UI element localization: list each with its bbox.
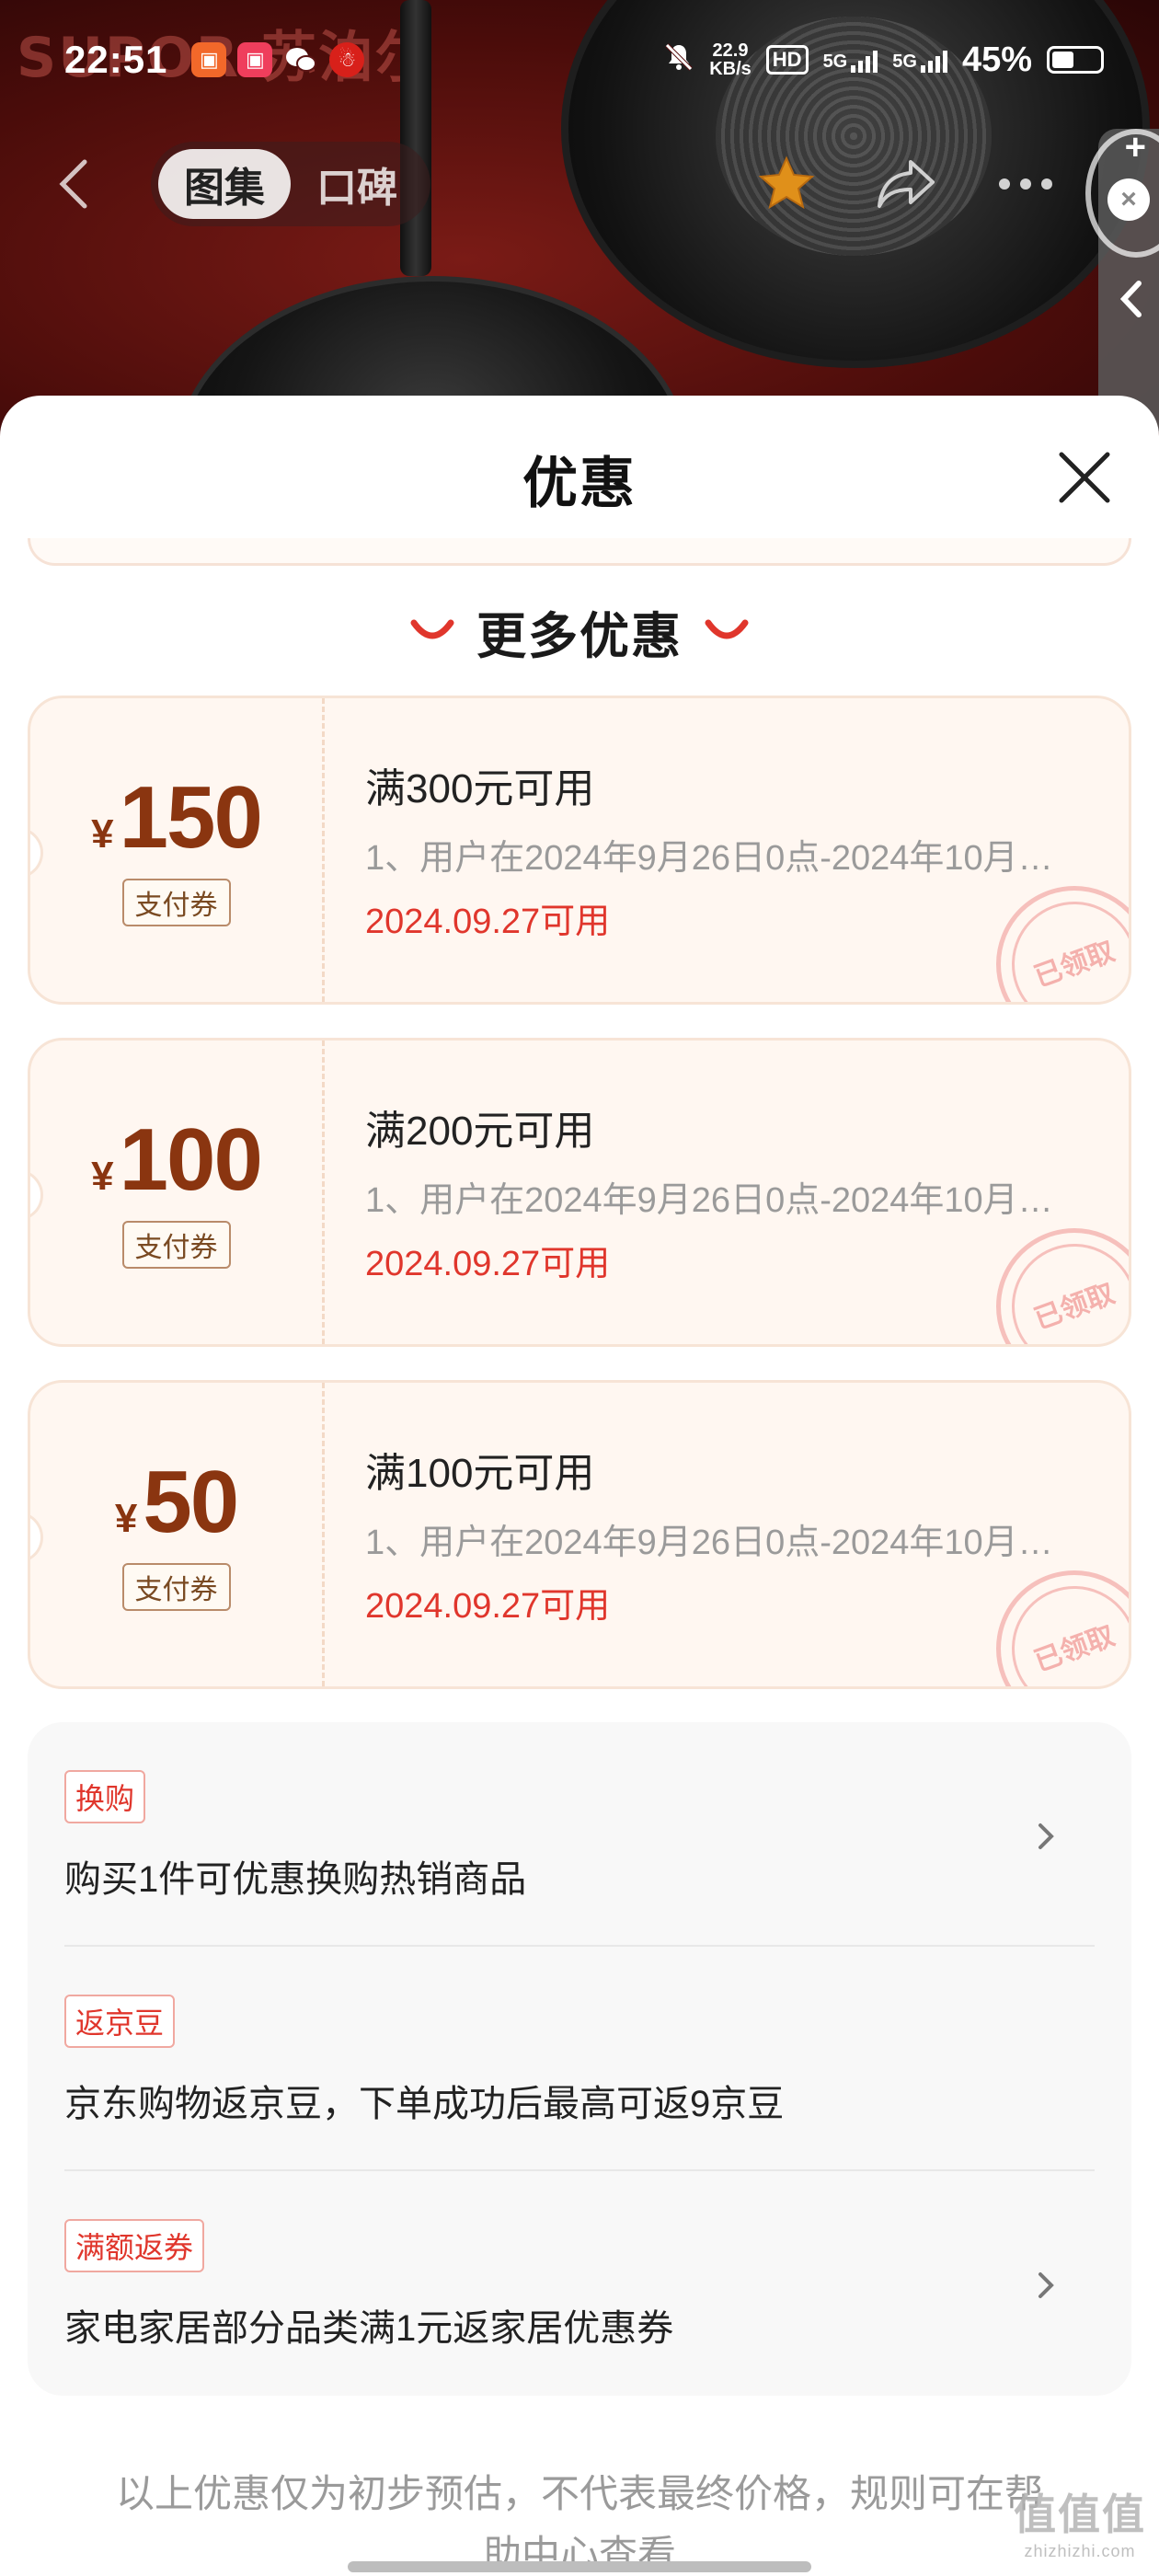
sheet-header: 优惠 xyxy=(0,396,1159,566)
benefit-text: 购买1件可优惠换购热销商品 xyxy=(64,1859,527,1900)
coupon-list: ¥ 150 支付券 满300元可用 1、用户在2024年9月26日0点-2024… xyxy=(0,696,1159,1689)
tab-reviews[interactable]: 口碑 xyxy=(291,149,423,219)
offers-sheet: 优惠 更多优惠 ¥ 150 支付券 满300元可用 1、用户在2024年9月26… xyxy=(0,396,1159,2576)
currency-symbol: ¥ xyxy=(91,811,114,857)
close-button[interactable] xyxy=(1052,445,1117,510)
coupon-description: 1、用户在2024年9月26日0点-2024年10月… xyxy=(365,1524,1053,1562)
chevron-right-icon xyxy=(1039,2272,1054,2298)
battery-percent: 45% xyxy=(961,40,1032,79)
plus-icon[interactable]: + xyxy=(1125,127,1146,168)
signal-icon-2: 5G xyxy=(892,47,947,73)
more-button[interactable] xyxy=(993,152,1058,216)
benefit-row-jd-beans: 返京豆 京东购物返京豆，下单成功后最高可返9京豆 xyxy=(64,1947,1095,2171)
coupon-value: ¥ 100 支付券 xyxy=(30,1041,325,1344)
close-icon xyxy=(1059,452,1110,503)
coupon-value: ¥ 150 支付券 xyxy=(30,698,325,1002)
clock: 22:51 xyxy=(64,38,168,81)
top-navigation: 图集 口碑 xyxy=(0,138,1159,230)
tab-gallery[interactable]: 图集 xyxy=(158,149,291,219)
coupon-details: 满100元可用 1、用户在2024年9月26日0点-2024年10月… 2024… xyxy=(325,1383,1129,1686)
network-speed: 22.9 KB/s xyxy=(709,40,752,79)
coupon-amount: 100 xyxy=(119,1110,263,1209)
notification-icons: ▣ ▣ ☃ xyxy=(191,42,365,77)
site-watermark: 值值值 zhizhizhi.com xyxy=(1014,2481,1146,2561)
favorite-button[interactable] xyxy=(754,152,819,216)
smile-decoration-icon xyxy=(410,619,454,639)
coupon-amount: 50 xyxy=(143,1453,239,1551)
signal-icon: 5G xyxy=(823,47,878,73)
jd-app-icon: ☃ xyxy=(329,42,365,77)
benefit-text: 家电家居部分品类满1元返家居优惠券 xyxy=(64,2308,674,2349)
benefit-tag: 换购 xyxy=(64,1770,146,1823)
currency-symbol: ¥ xyxy=(114,1496,138,1541)
app-notification-icon: ▣ xyxy=(191,42,227,77)
coupon-card[interactable]: ¥ 100 支付券 满200元可用 1、用户在2024年9月26日0点-2024… xyxy=(28,1038,1131,1347)
watermark-url: zhizhizhi.com xyxy=(1024,2542,1136,2560)
section-title: 更多优惠 xyxy=(476,608,683,664)
coupon-description: 1、用户在2024年9月26日0点-2024年10月… xyxy=(365,1181,1053,1220)
coupon-type-tag: 支付券 xyxy=(121,1563,231,1611)
coupon-condition: 满300元可用 xyxy=(365,766,595,811)
coupon-condition: 满100元可用 xyxy=(365,1451,595,1496)
coupon-type-tag: 支付券 xyxy=(121,879,231,926)
benefit-list: 换购 购买1件可优惠换购热销商品 返京豆 京东购物返京豆，下单成功后最高可返9京… xyxy=(28,1722,1131,2396)
coupon-details: 满300元可用 1、用户在2024年9月26日0点-2024年10月… 2024… xyxy=(325,698,1129,1002)
coupon-card[interactable]: ¥ 50 支付券 满100元可用 1、用户在2024年9月26日0点-2024年… xyxy=(28,1380,1131,1689)
previous-card-edge xyxy=(28,538,1131,566)
back-button[interactable] xyxy=(37,147,110,221)
coupon-details: 满200元可用 1、用户在2024年9月26日0点-2024年10月… 2024… xyxy=(325,1041,1129,1344)
chevron-left-icon[interactable] xyxy=(1115,276,1146,327)
share-button[interactable] xyxy=(874,152,938,216)
chevron-right-icon xyxy=(1039,1823,1054,1849)
gallery-tabs: 图集 口碑 xyxy=(151,142,430,226)
coupon-description: 1、用户在2024年9月26日0点-2024年10月… xyxy=(365,839,1053,878)
battery-icon xyxy=(1047,46,1104,74)
more-dots-icon xyxy=(999,178,1052,190)
coupon-card[interactable]: ¥ 150 支付券 满300元可用 1、用户在2024年9月26日0点-2024… xyxy=(28,696,1131,1005)
sheet-title: 优惠 xyxy=(522,452,637,514)
status-bar: 22:51 ▣ ▣ ☃ 22.9 KB/s HD 5G 5G 45% xyxy=(0,0,1159,120)
coupon-amount: 150 xyxy=(119,768,263,867)
star-icon xyxy=(758,155,815,210)
section-header: 更多优惠 xyxy=(0,594,1159,668)
coupon-type-tag: 支付券 xyxy=(121,1221,231,1269)
benefit-row-coupon-return[interactable]: 满额返券 家电家居部分品类满1元返家居优惠券 xyxy=(64,2171,1095,2396)
close-floating-icon[interactable]: × xyxy=(1107,178,1150,221)
hd-voice-icon: HD xyxy=(765,45,809,75)
coupon-value: ¥ 50 支付券 xyxy=(30,1383,325,1686)
benefit-text: 京东购物返京豆，下单成功后最高可返9京豆 xyxy=(64,2084,785,2124)
benefit-tag: 满额返券 xyxy=(64,2219,205,2272)
share-icon xyxy=(878,160,935,208)
home-indicator[interactable] xyxy=(348,2561,811,2572)
coupon-condition: 满200元可用 xyxy=(365,1109,595,1154)
smile-decoration-icon xyxy=(705,619,749,639)
app-notification-icon: ▣ xyxy=(237,42,273,77)
mute-icon xyxy=(663,41,694,79)
wechat-icon xyxy=(283,42,318,77)
watermark-logo: 值值值 xyxy=(1014,2490,1146,2538)
benefit-tag: 返京豆 xyxy=(64,1995,176,2048)
benefit-row-trade-in[interactable]: 换购 购买1件可优惠换购热销商品 xyxy=(64,1722,1095,1947)
chevron-left-icon xyxy=(59,159,87,209)
disclaimer-text: 以上优惠仅为初步预估，不代表最终价格，规则可在帮助中心查看 xyxy=(115,2472,1043,2576)
currency-symbol: ¥ xyxy=(91,1154,114,1199)
